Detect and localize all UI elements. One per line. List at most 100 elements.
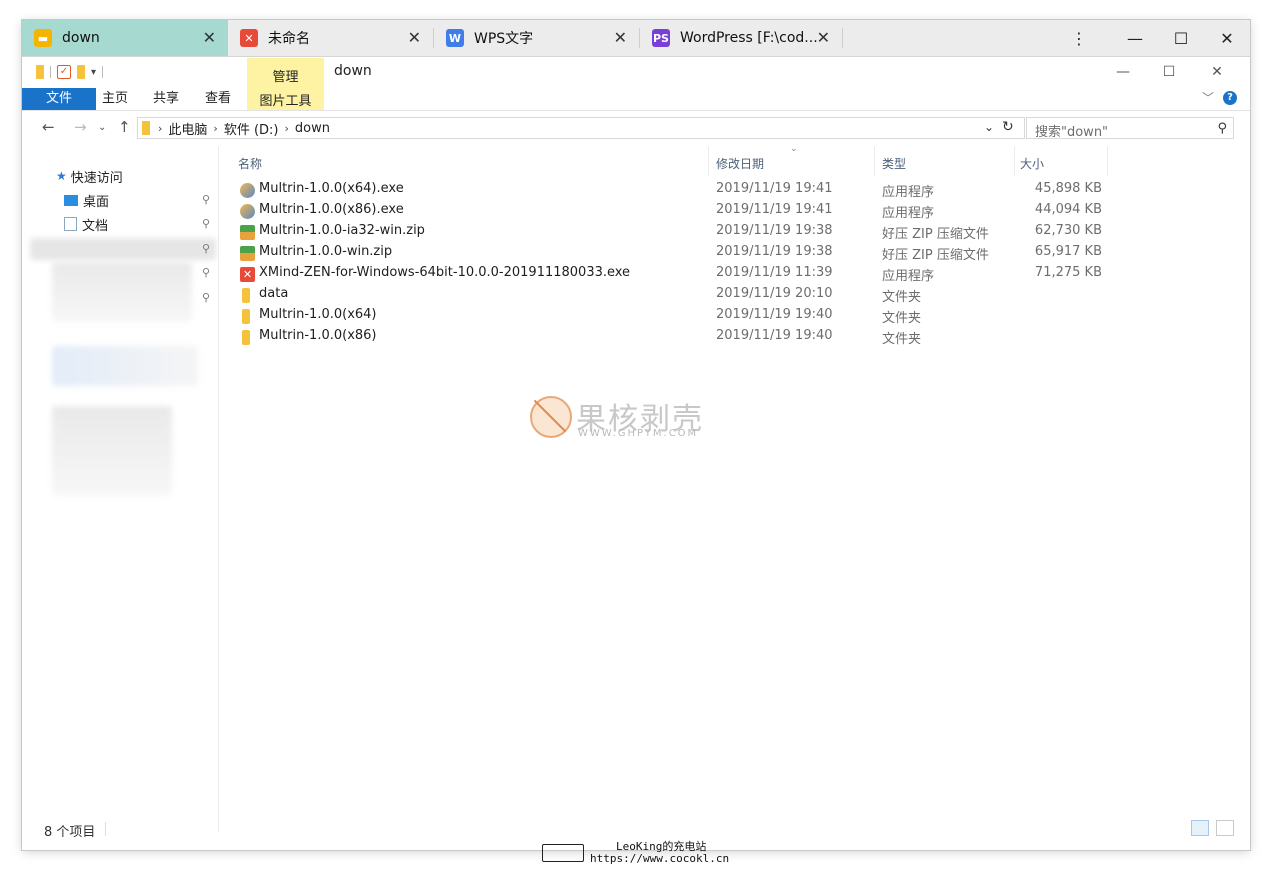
status-bar: 8 个项目	[22, 816, 1250, 840]
column-divider[interactable]	[1107, 146, 1108, 176]
file-row[interactable]: Multrin-1.0.0(x64).exe 2019/11/19 19:41 …	[234, 180, 1124, 201]
wps-writer-tab-icon: W	[446, 29, 464, 47]
ribbon-tab-file[interactable]: 文件	[22, 88, 96, 110]
footer-site-url: https://www.cocokl.cn	[590, 852, 730, 865]
xmind-exe-icon: ✕	[240, 267, 255, 282]
file-row[interactable]: Multrin-1.0.0(x64) 2019/11/19 19:40 文件夹	[234, 306, 1124, 327]
file-date: 2019/11/19 19:41	[716, 202, 833, 217]
breadcrumb-separator-icon[interactable]: ›	[213, 122, 217, 135]
documents-icon	[64, 217, 77, 231]
search-input[interactable]: 搜索"down"	[1035, 121, 1108, 140]
watermark-url: WWW.GHPYM.COM	[578, 428, 699, 439]
back-arrow-icon[interactable]: ←	[42, 118, 55, 136]
maximize-button[interactable]: ☐	[1158, 20, 1204, 56]
folder-icon[interactable]	[36, 65, 44, 79]
column-divider[interactable]	[874, 146, 875, 176]
breadcrumb-this-pc[interactable]: 此电脑	[168, 119, 207, 138]
file-row[interactable]: Multrin-1.0.0-win.zip 2019/11/19 19:38 好…	[234, 243, 1124, 264]
column-header-date[interactable]: 修改日期	[716, 152, 764, 176]
pin-icon[interactable]: ⚲	[202, 217, 210, 230]
file-row[interactable]: Multrin-1.0.0(x86) 2019/11/19 19:40 文件夹	[234, 327, 1124, 348]
file-name: data	[259, 286, 289, 301]
properties-check-icon[interactable]: ✓	[57, 65, 71, 79]
tab-wps-writer[interactable]: W WPS文字 ✕	[434, 20, 639, 56]
breadcrumb-separator-icon[interactable]: ›	[285, 122, 289, 135]
close-icon[interactable]: ✕	[203, 29, 216, 47]
close-icon[interactable]: ✕	[817, 29, 830, 47]
customize-dropdown-icon[interactable]: ▾	[91, 67, 96, 78]
pin-icon[interactable]: ⚲	[202, 291, 210, 304]
breadcrumb-down[interactable]: down	[295, 121, 330, 136]
ribbon-tab-view[interactable]: 查看	[205, 88, 231, 110]
nav-quick-access-label: 快速访问	[70, 170, 123, 186]
blurred-nav-item	[30, 238, 216, 260]
breadcrumb-separator-icon[interactable]: ›	[158, 122, 162, 135]
inner-maximize-button[interactable]: ☐	[1146, 60, 1192, 84]
details-view-icon[interactable]	[1191, 820, 1209, 836]
large-icons-view-icon[interactable]	[1216, 820, 1234, 836]
up-arrow-icon[interactable]: ↑	[118, 118, 131, 136]
file-row[interactable]: Multrin-1.0.0(x86).exe 2019/11/19 19:41 …	[234, 201, 1124, 222]
file-type: 文件夹	[882, 290, 922, 305]
inner-minimize-button[interactable]: —	[1100, 60, 1146, 84]
more-menu-icon[interactable]: ⋮	[1056, 20, 1102, 56]
pin-icon[interactable]: ⚲	[202, 242, 210, 255]
nav-desktop[interactable]: 桌面	[64, 190, 109, 210]
column-header-size[interactable]: 大小	[1020, 152, 1044, 176]
file-date: 2019/11/19 19:38	[716, 223, 833, 238]
tab-wordpress[interactable]: PS WordPress [F:\cod... ✕	[640, 20, 842, 56]
help-icon[interactable]: ?	[1223, 91, 1237, 105]
ribbon-tab-home[interactable]: 主页	[102, 88, 128, 110]
address-bar[interactable]: › 此电脑 › 软件 (D:) › down ⌄	[137, 117, 1025, 139]
xmind-tab-icon: ✕	[240, 29, 258, 47]
refresh-icon[interactable]: ↻	[1002, 119, 1014, 135]
installer-icon	[240, 183, 255, 198]
recent-locations-icon[interactable]: ⌄	[98, 122, 106, 133]
column-divider[interactable]	[1014, 146, 1015, 176]
column-header-name[interactable]: 名称	[238, 152, 262, 176]
file-type: 文件夹	[882, 311, 922, 326]
file-type: 应用程序	[882, 269, 935, 284]
footer-watermark: LeoKing的充电站 https://www.cocokl.cn	[542, 838, 762, 868]
file-row[interactable]: Multrin-1.0.0-ia32-win.zip 2019/11/19 19…	[234, 222, 1124, 243]
new-folder-icon[interactable]	[77, 65, 85, 79]
close-icon[interactable]: ✕	[614, 29, 627, 47]
search-box[interactable]: 搜索"down" ⚲	[1026, 117, 1234, 140]
divider	[102, 66, 104, 78]
minimize-button[interactable]: —	[1112, 20, 1158, 56]
file-size: 44,094 KB	[1034, 202, 1102, 217]
ribbon-divider	[22, 110, 1250, 111]
address-dropdown-icon[interactable]: ⌄	[984, 120, 994, 134]
ribbon-tab-share[interactable]: 共享	[153, 88, 179, 110]
forward-arrow-icon[interactable]: →	[74, 118, 87, 136]
tab-bar: ▬ down ✕ ✕ 未命名 ✕ W WPS文字 ✕ PS WordPress …	[22, 20, 1250, 57]
item-count: 8 个项目	[44, 825, 96, 840]
close-window-button[interactable]: ✕	[1204, 20, 1250, 56]
file-date: 2019/11/19 19:38	[716, 244, 833, 259]
file-size: 45,898 KB	[1034, 181, 1102, 196]
picture-tools-tab[interactable]: 图片工具	[247, 90, 324, 109]
folder-icon	[242, 288, 250, 303]
pin-icon[interactable]: ⚲	[202, 266, 210, 279]
expand-ribbon-icon[interactable]: ﹀	[1202, 89, 1214, 106]
inner-close-button[interactable]: ✕	[1194, 60, 1240, 84]
file-row[interactable]: ✕ XMind-ZEN-for-Windows-64bit-10.0.0-201…	[234, 264, 1124, 285]
file-row[interactable]: data 2019/11/19 20:10 文件夹	[234, 285, 1124, 306]
nav-quick-access[interactable]: ★ 快速访问	[56, 166, 123, 186]
phpstorm-tab-icon: PS	[652, 29, 670, 47]
nav-documents[interactable]: 文档	[64, 214, 108, 234]
breadcrumb-drive-d[interactable]: 软件 (D:)	[224, 119, 279, 138]
column-header-type[interactable]: 类型	[882, 152, 906, 176]
zip-archive-icon	[240, 225, 255, 240]
file-name: Multrin-1.0.0(x64).exe	[259, 181, 404, 196]
tab-down[interactable]: ▬ down ✕	[22, 20, 228, 56]
battery-logo-icon	[542, 844, 584, 862]
manage-context-tab[interactable]: 管理 图片工具	[247, 58, 324, 110]
search-icon[interactable]: ⚲	[1217, 121, 1227, 136]
pin-icon[interactable]: ⚲	[202, 193, 210, 206]
navigation-pane: ★ 快速访问 桌面 ⚲ 文档 ⚲ ⚲ ⚲ ⚲	[22, 146, 219, 832]
close-icon[interactable]: ✕	[408, 29, 421, 47]
file-type: 文件夹	[882, 332, 922, 347]
tab-untitled[interactable]: ✕ 未命名 ✕	[228, 20, 433, 56]
column-divider[interactable]	[708, 146, 709, 176]
